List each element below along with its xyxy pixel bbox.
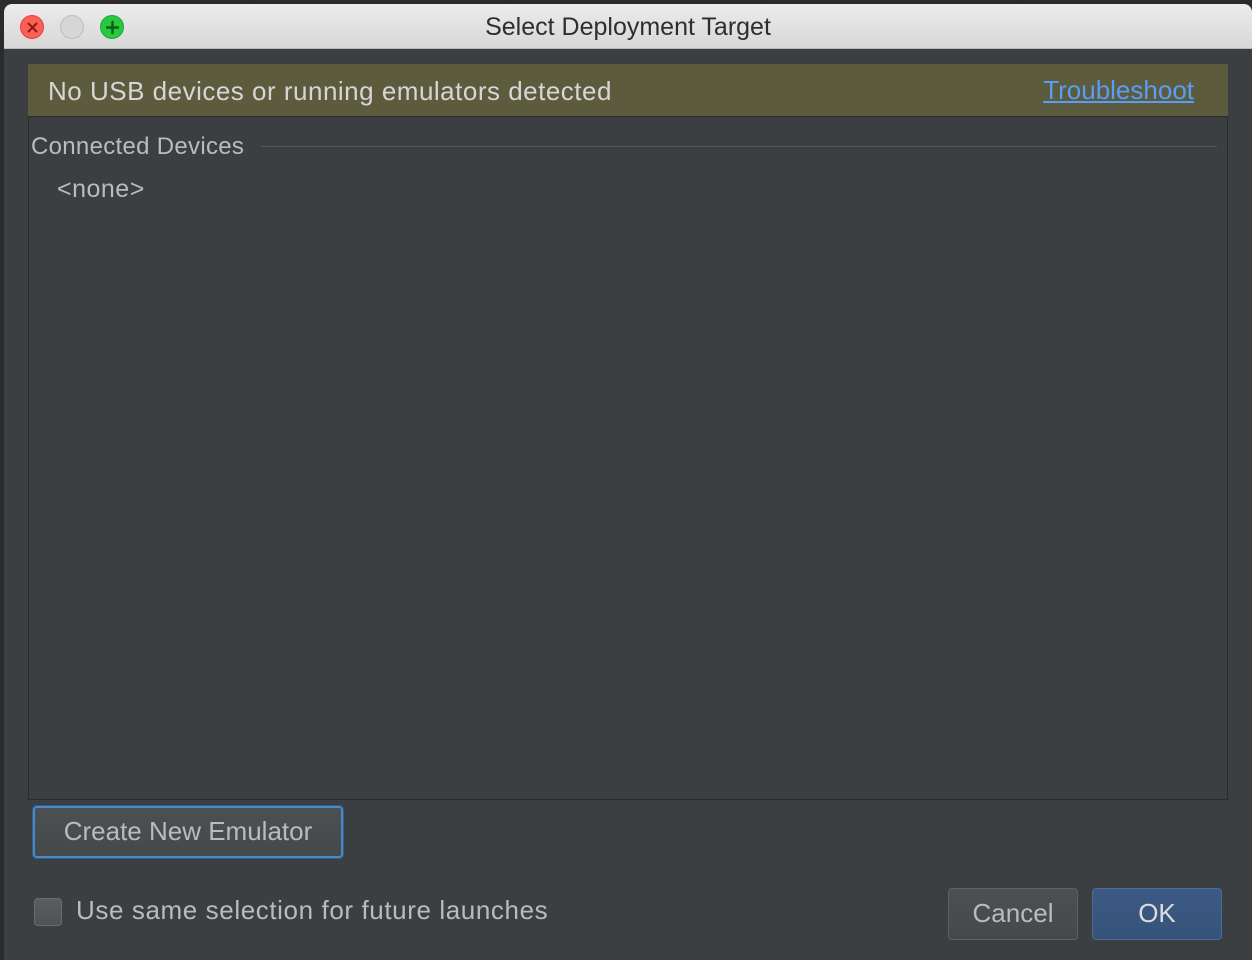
- warning-banner: No USB devices or running emulators dete…: [28, 64, 1228, 116]
- banner-message: No USB devices or running emulators dete…: [48, 76, 612, 106]
- dialog-window: Select Deployment Target No USB devices …: [4, 4, 1252, 960]
- remember-selection-checkbox[interactable]: [34, 898, 62, 926]
- device-list-empty-item: <none>: [57, 175, 145, 203]
- ok-button[interactable]: OK: [1092, 888, 1222, 940]
- troubleshoot-link[interactable]: Troubleshoot: [1043, 64, 1194, 116]
- remember-selection-label[interactable]: Use same selection for future launches: [76, 895, 548, 926]
- section-divider: [261, 146, 1217, 147]
- connected-devices-label: Connected Devices: [31, 133, 245, 160]
- window-title: Select Deployment Target: [485, 13, 771, 41]
- cancel-button[interactable]: Cancel: [948, 888, 1078, 940]
- title-bar[interactable]: Select Deployment Target: [4, 4, 1252, 49]
- create-new-emulator-button[interactable]: Create New Emulator: [33, 806, 343, 858]
- device-list-panel[interactable]: Connected Devices <none>: [28, 116, 1228, 800]
